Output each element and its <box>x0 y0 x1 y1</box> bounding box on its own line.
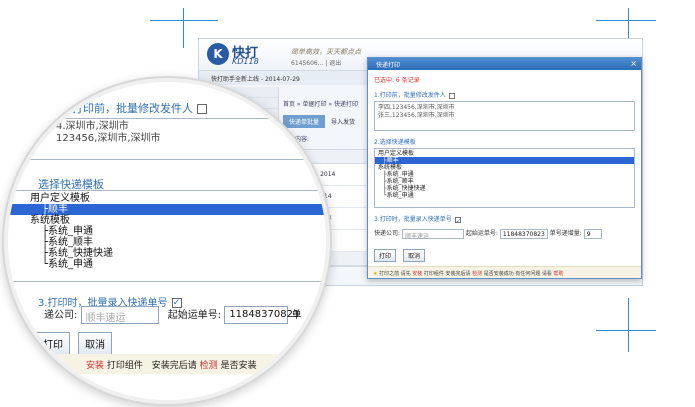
selected-count: 已选中: 6 条记录 <box>374 77 420 84</box>
batch-number-checkbox[interactable]: ✓ <box>454 216 461 225</box>
start-number-label: 起始运单号: <box>465 230 498 237</box>
increment-label: 单号递增量: <box>549 230 582 237</box>
lens-cancel-button[interactable]: 取消 <box>78 332 113 355</box>
lens-footer-e: 是否安装 <box>220 361 257 371</box>
lens-content: 打印前，批量修改发件人 4.深圳市,深圳市 123456,深圳市,深圳市 选择快… <box>8 82 326 400</box>
step3-label: 3.打印时，批量录入快递单号 ✓ <box>374 214 635 225</box>
footer-text-d: 安装完后请 <box>445 271 471 277</box>
lens-template-item[interactable]: ├系统_申通 <box>8 226 326 237</box>
sender-list[interactable]: 李四,123456,深圳市,深圳市 张三,123456,深圳市,深圳市 <box>374 101 635 131</box>
user-info[interactable]: 6145606... | 退出 <box>291 58 341 67</box>
step2-label: 2.选择快递模板 <box>374 139 416 146</box>
print-button[interactable]: 打印 <box>374 248 397 262</box>
close-icon[interactable]: × <box>630 59 637 69</box>
dialog-body: 已选中: 6 条记录 1.打印前，批量修改发件人 李四,123456,深圳市,深… <box>368 70 641 265</box>
step1-label: 1.打印前，批量修改发件人 <box>374 90 635 99</box>
sender-item[interactable]: 李四,123456,深圳市,深圳市 <box>378 104 631 112</box>
number-fields: 快递公司: 顺丰速运 起始运单号: 11848370823 单号递增量: 9 <box>374 228 635 240</box>
footer-text-a: 打印之前 请先 <box>379 271 411 277</box>
footer-text-c: 打印组件 <box>423 271 444 277</box>
deco-line <box>628 298 629 352</box>
modify-sender-checkbox[interactable] <box>448 92 455 99</box>
lens-step1-text: 打印前，批量修改发件人 <box>72 102 193 115</box>
lens-print-button[interactable]: 打印 <box>36 332 70 355</box>
lens-sender-item[interactable]: 4.深圳市,深圳市 <box>56 121 326 133</box>
info-icon: ★ <box>373 271 378 277</box>
template-item[interactable]: 系统模板 <box>375 164 634 171</box>
increment-input[interactable]: 9 <box>583 228 602 239</box>
template-item[interactable]: 用户定义模板 <box>375 150 634 157</box>
start-number-input[interactable]: 11848370823 <box>499 228 548 239</box>
template-list[interactable]: 用户定义模板 ├顺丰 系统模板 ├系统_申通 ├系统_顺丰 ├系统_快捷快递 └系统_申通 <box>374 148 635 208</box>
lens-check-link[interactable]: 检测 <box>200 361 218 371</box>
lens-template-item[interactable]: ├系统_快捷快递 <box>8 248 326 259</box>
dialog-title: 快递打印 <box>376 62 401 69</box>
lens-start-input[interactable]: 11848370823 <box>224 306 299 324</box>
template-item[interactable]: ├系统_快捷快递 <box>375 185 634 192</box>
logo-icon: K <box>207 43 229 65</box>
lens-company-input[interactable]: 顺丰速运 <box>80 306 159 324</box>
dialog-buttons: 打印 取消 <box>374 243 635 262</box>
lens-number-fields: 递公司: 顺丰速运 起始运单号: 11848370823 单 <box>44 306 302 324</box>
lens-template-item[interactable]: ├系统_顺丰 <box>8 237 326 248</box>
print-dialog: 快递打印 × 已选中: 6 条记录 1.打印前，批量修改发件人 李四,12345… <box>367 57 642 279</box>
step3-text: 3.打印时，批量录入快递单号 <box>374 216 452 223</box>
footer-text-f: 是否安装成功 <box>483 271 514 277</box>
dialog-titlebar[interactable]: 快递打印 × <box>368 58 641 70</box>
lens-footer: 安装 打印组件 安装完后请 检测 是否安装 <box>8 354 326 374</box>
brand-sub: KD118 <box>232 57 259 66</box>
company-label: 快递公司: <box>374 230 401 237</box>
magnifier-lens: 打印前，批量修改发件人 4.深圳市,深圳市 123456,深圳市,深圳市 选择快… <box>8 82 326 400</box>
lens-step1: 打印前，批量修改发件人 <box>72 100 207 116</box>
lens-install-link[interactable]: 安装 <box>86 361 104 371</box>
lens-company-label: 递公司: <box>44 310 78 321</box>
lens-modify-sender-checkbox[interactable] <box>197 104 207 114</box>
lens-sender-list[interactable]: 4.深圳市,深圳市 123456,深圳市,深圳市 <box>8 118 326 160</box>
deco-line <box>596 330 656 331</box>
install-link[interactable]: 安装 <box>412 271 422 277</box>
check-link[interactable]: 检测 <box>472 271 482 277</box>
template-item[interactable]: ├系统_申通 <box>375 171 634 178</box>
lens-footer-c: 安装完后请 <box>151 361 197 371</box>
lens-start-label: 起始运单号: <box>167 310 222 321</box>
slogan: 简单高效，天天都点点 <box>291 48 361 56</box>
lens-template-item[interactable]: └系统_申通 <box>8 259 326 270</box>
cancel-button[interactable]: 取消 <box>403 248 426 262</box>
help-link[interactable]: 帮助 <box>554 271 564 277</box>
company-input[interactable]: 顺丰速运 <box>401 228 464 240</box>
lens-buttons: 打印 取消 <box>36 332 115 355</box>
lens-template-item[interactable]: ├顺丰 <box>8 204 326 215</box>
screenshot-stage: K 快打 KD118 简单高效，天天都点点 6145606... | 退出 快打… <box>0 0 695 407</box>
step1-text: 1.打印前，批量修改发件人 <box>374 92 446 99</box>
tab-import[interactable]: 导入发货 <box>325 115 361 128</box>
dialog-footer: ★ 打印之前 请先 安装 打印组件 安装完后请 检测 是否安装成功 有任何问题 … <box>368 266 641 278</box>
lens-increment-label: 单 <box>291 310 302 321</box>
deco-line <box>150 20 218 21</box>
sender-item[interactable]: 张三,123456,深圳市,深圳市 <box>378 112 631 120</box>
lens-template-item[interactable]: 系统模板 <box>8 215 326 226</box>
template-item[interactable]: ├系统_顺丰 <box>375 178 634 185</box>
deco-line <box>183 8 184 48</box>
template-item[interactable]: ├顺丰 <box>375 157 634 164</box>
template-item[interactable]: └系统_申通 <box>375 192 634 199</box>
lens-template-item[interactable]: 用户定义模板 <box>8 193 326 204</box>
lens-template-list[interactable]: 用户定义模板 ├顺丰 系统模板 ├系统_申通 ├系统_顺丰 ├系统_快捷快递 └系统_申通 <box>8 190 326 282</box>
deco-line <box>596 20 656 21</box>
footer-text-g: 有任何问题 请看 <box>515 271 552 277</box>
lens-sender-item[interactable]: 123456,深圳市,深圳市 <box>56 133 326 145</box>
lens-footer-b: 打印组件 <box>106 361 143 371</box>
